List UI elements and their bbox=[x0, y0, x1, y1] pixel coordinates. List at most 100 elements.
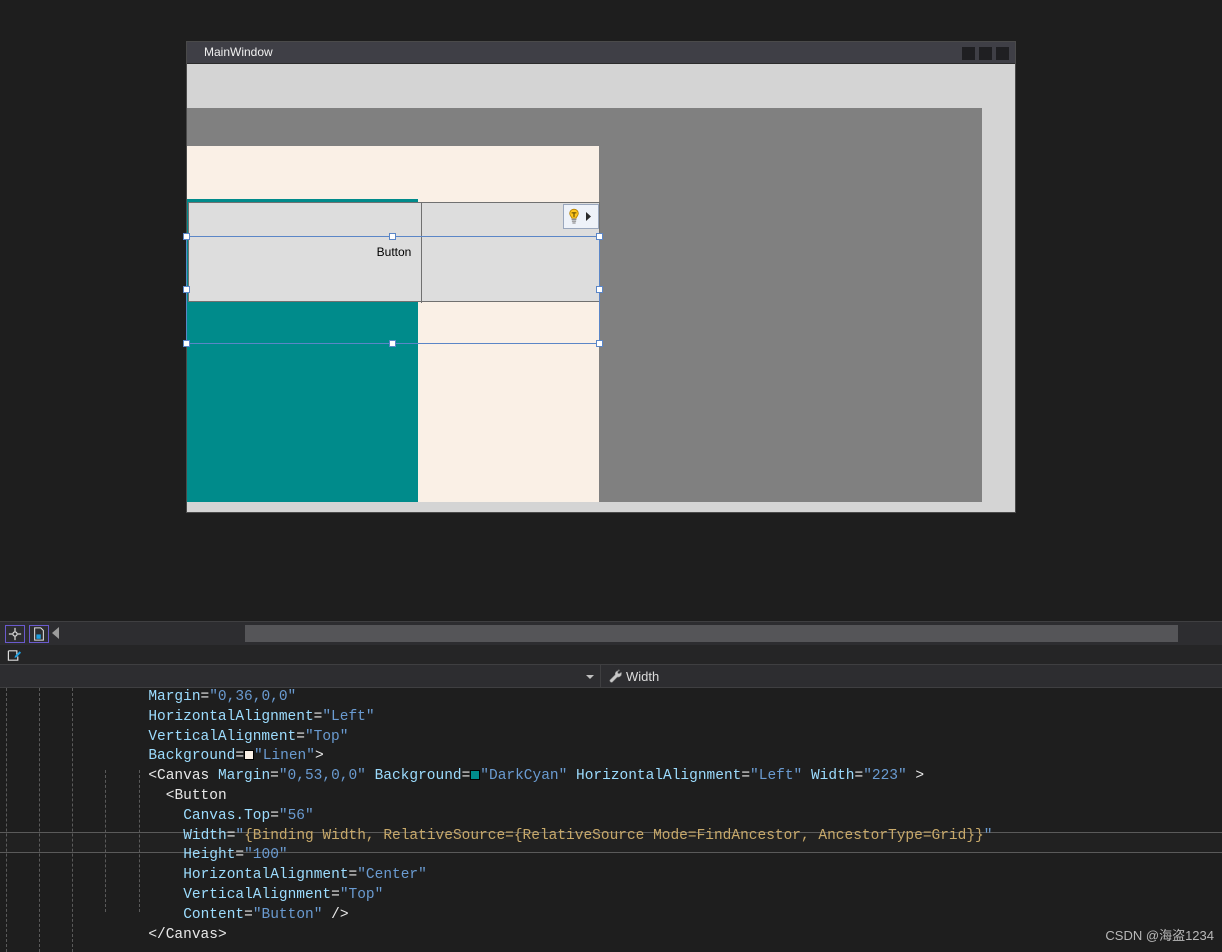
code-token: Width bbox=[183, 828, 227, 844]
code-token: > bbox=[218, 927, 227, 943]
code-token: = bbox=[235, 847, 244, 863]
code-token: = bbox=[462, 768, 471, 784]
code-token: /> bbox=[322, 907, 348, 923]
code-token: "0,36,0,0" bbox=[209, 689, 296, 705]
design-button-element[interactable]: Button bbox=[188, 202, 600, 302]
horizontal-scrollbar-thumb[interactable] bbox=[245, 625, 1178, 642]
code-token: "100" bbox=[244, 847, 288, 863]
code-token: = bbox=[235, 748, 244, 764]
edit-document-button[interactable] bbox=[6, 647, 23, 663]
scroll-left-arrow-icon[interactable] bbox=[52, 627, 59, 639]
code-token: "Left" bbox=[322, 709, 374, 725]
code-line[interactable]: Content="Button" /> bbox=[0, 906, 992, 926]
code-token: " bbox=[235, 828, 244, 844]
code-token: > bbox=[907, 768, 924, 784]
code-token: {Binding Width, RelativeSource={Relative… bbox=[244, 828, 984, 844]
horizontal-scrollbar-track[interactable] bbox=[64, 625, 1216, 642]
code-token: Background bbox=[148, 748, 235, 764]
design-window-client-area[interactable]: Button bbox=[187, 64, 1015, 512]
code-token: "DarkCyan" bbox=[480, 768, 567, 784]
code-token: HorizontalAlignment bbox=[148, 709, 313, 725]
lightbulb-icon[interactable] bbox=[566, 208, 582, 225]
root-grid-element[interactable]: Button bbox=[187, 108, 982, 502]
code-token: < bbox=[148, 768, 157, 784]
wrench-icon bbox=[608, 669, 623, 684]
editor-member-bar[interactable]: Width bbox=[0, 665, 1222, 688]
editor-member-name: Width bbox=[626, 669, 659, 684]
linen-grid-element[interactable]: Button bbox=[187, 146, 599, 502]
code-token: Width bbox=[811, 768, 855, 784]
document-snapshot-icon bbox=[32, 627, 46, 641]
code-line[interactable]: Background= "Linen"> bbox=[0, 747, 992, 767]
code-token: = bbox=[244, 907, 253, 923]
code-line[interactable]: HorizontalAlignment="Left" bbox=[0, 708, 992, 728]
code-token bbox=[567, 768, 576, 784]
minimize-button-icon[interactable] bbox=[962, 47, 975, 60]
code-token: = bbox=[270, 808, 279, 824]
code-token: = bbox=[201, 689, 210, 705]
design-preview-window[interactable]: MainWindow Button bbox=[186, 41, 1016, 513]
code-token: Canvas bbox=[166, 927, 218, 943]
code-token: "Linen" bbox=[254, 748, 315, 764]
code-line[interactable]: Width="{Binding Width, RelativeSource={R… bbox=[0, 827, 992, 847]
code-token: "Left" bbox=[750, 768, 802, 784]
code-token: "Top" bbox=[340, 887, 384, 903]
code-token: "Button" bbox=[253, 907, 323, 923]
code-token: "Center" bbox=[357, 867, 427, 883]
code-token bbox=[209, 768, 218, 784]
smart-tag-panel[interactable] bbox=[563, 204, 599, 229]
code-line[interactable]: HorizontalAlignment="Center" bbox=[0, 866, 992, 886]
code-token: </ bbox=[148, 927, 165, 943]
zoom-fit-icon bbox=[8, 627, 22, 641]
editor-tool-row[interactable] bbox=[0, 645, 1222, 665]
code-token: > bbox=[315, 748, 324, 764]
triangle-right-icon[interactable] bbox=[584, 211, 593, 222]
code-line[interactable]: Height="100" bbox=[0, 846, 992, 866]
code-token: "223" bbox=[863, 768, 907, 784]
code-token bbox=[366, 768, 375, 784]
zoom-fit-button[interactable] bbox=[5, 625, 25, 643]
code-token: Margin bbox=[148, 689, 200, 705]
code-token: HorizontalAlignment bbox=[576, 768, 741, 784]
design-window-titlebar: MainWindow bbox=[187, 42, 1015, 64]
code-token: Content bbox=[183, 907, 244, 923]
code-token: = bbox=[296, 729, 305, 745]
code-token: Canvas bbox=[157, 768, 209, 784]
code-token: = bbox=[331, 887, 340, 903]
code-token: Margin bbox=[218, 768, 270, 784]
maximize-button-icon[interactable] bbox=[979, 47, 992, 60]
button-inner-divider bbox=[421, 203, 422, 303]
edit-document-icon bbox=[7, 648, 22, 663]
code-line[interactable]: VerticalAlignment="Top" bbox=[0, 886, 992, 906]
chevron-down-icon[interactable] bbox=[586, 675, 594, 679]
code-line[interactable]: Canvas.Top="56" bbox=[0, 807, 992, 827]
code-token: "Top" bbox=[305, 729, 349, 745]
code-token: Canvas.Top bbox=[183, 808, 270, 824]
code-line[interactable]: Margin="0,36,0,0" bbox=[0, 688, 992, 708]
code-token bbox=[802, 768, 811, 784]
code-token: Height bbox=[183, 847, 235, 863]
code-token: = bbox=[349, 867, 358, 883]
designer-bottom-toolbar[interactable] bbox=[0, 621, 1222, 645]
editor-header-divider bbox=[600, 665, 601, 688]
code-token: " bbox=[984, 828, 993, 844]
code-token: "0,53,0,0" bbox=[279, 768, 366, 784]
code-line[interactable]: <Button bbox=[0, 787, 992, 807]
code-line[interactable]: VerticalAlignment="Top" bbox=[0, 728, 992, 748]
xaml-designer-surface[interactable]: MainWindow Button bbox=[0, 0, 1222, 618]
code-token: VerticalAlignment bbox=[148, 729, 296, 745]
close-button-icon[interactable] bbox=[996, 47, 1009, 60]
code-token: = bbox=[854, 768, 863, 784]
design-window-title: MainWindow bbox=[204, 45, 273, 59]
snapshot-button[interactable] bbox=[29, 625, 49, 643]
code-lines-container[interactable]: Margin="0,36,0,0"HorizontalAlignment="Le… bbox=[0, 688, 992, 945]
code-token: VerticalAlignment bbox=[183, 887, 331, 903]
code-token: "56" bbox=[279, 808, 314, 824]
code-line[interactable]: <Canvas Margin="0,53,0,0" Background="Da… bbox=[0, 767, 992, 787]
xaml-code-editor[interactable]: Margin="0,36,0,0"HorizontalAlignment="Le… bbox=[0, 688, 1222, 952]
code-token: = bbox=[270, 768, 279, 784]
code-token: = bbox=[741, 768, 750, 784]
color-swatch-icon bbox=[244, 750, 254, 760]
code-token: Button bbox=[174, 788, 226, 804]
code-line[interactable]: </Canvas> bbox=[0, 926, 992, 946]
